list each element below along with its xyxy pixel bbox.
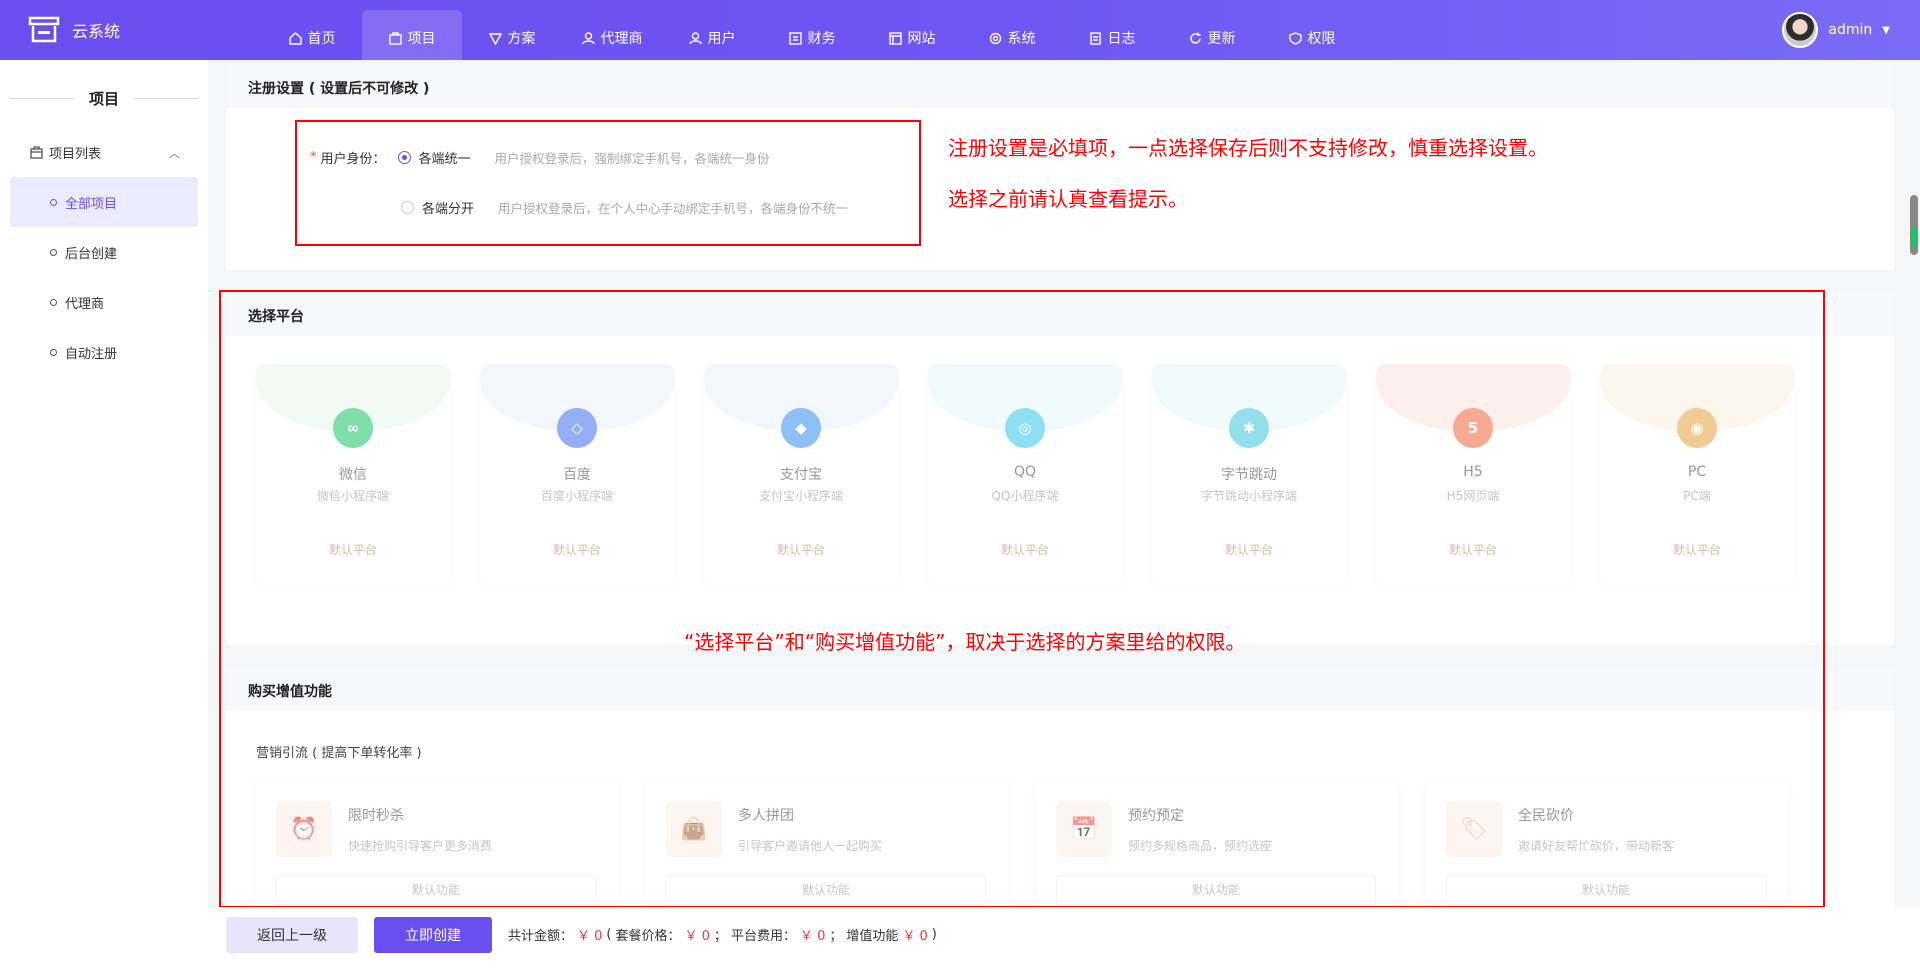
nav-label: 代理商 bbox=[600, 31, 643, 47]
annotation-register-required: 注册设置是必填项，一点选择保存后则不支持修改，慎重选择设置。 bbox=[948, 136, 1548, 160]
separator: ； bbox=[713, 929, 727, 944]
feature-fee-amount: ￥ 0 bbox=[902, 929, 928, 944]
project-icon bbox=[388, 31, 402, 45]
nav-label: 日志 bbox=[1107, 31, 1136, 47]
package-label: 套餐价格： bbox=[615, 929, 681, 944]
agent-icon bbox=[581, 31, 595, 44]
total-summary: 共计金额： ￥ 0 ( 套餐价格： ￥ 0 ； 平台费用： ￥ 0 ； 增值功能… bbox=[508, 925, 937, 944]
footer-bar: 返回上一级 立即创建 共计金额： ￥ 0 ( 套餐价格： ￥ 0 ； 平台费用：… bbox=[208, 907, 1920, 969]
sidebar-title: 项目 bbox=[0, 88, 208, 109]
nav-label: 权限 bbox=[1307, 31, 1336, 47]
permission-icon bbox=[1288, 31, 1302, 45]
logo[interactable]: 云系统 bbox=[28, 16, 120, 44]
username: admin bbox=[1828, 22, 1873, 38]
circle-icon bbox=[50, 298, 57, 306]
nav-label: 方案 bbox=[507, 31, 536, 47]
nav-item-4[interactable]: 用户 bbox=[662, 10, 762, 60]
nav-label: 网站 bbox=[907, 31, 936, 47]
annotation-plan-permission: “选择平台”和“购买增值功能”，取决于选择的方案里给的权限。 bbox=[684, 630, 1246, 654]
circle-icon bbox=[50, 348, 57, 356]
chevron-up-icon: ︿ bbox=[169, 146, 180, 160]
separator: ； bbox=[829, 929, 843, 944]
register-settings-title: 注册设置 ( 设置后不可修改 ) bbox=[226, 64, 1894, 108]
nav-item-6[interactable]: 网站 bbox=[862, 10, 962, 60]
nav-item-1[interactable]: 项目 bbox=[362, 10, 462, 60]
nav-item-5[interactable]: 财务 bbox=[762, 10, 862, 60]
sidebar-item-label: 代理商 bbox=[65, 296, 105, 312]
user-icon bbox=[688, 31, 702, 44]
home-icon bbox=[288, 31, 302, 45]
nav-label: 财务 bbox=[807, 31, 836, 47]
nav-label: 用户 bbox=[707, 31, 736, 47]
nav-label: 系统 bbox=[1007, 31, 1036, 47]
user-menu[interactable]: admin ▼ bbox=[1782, 12, 1890, 48]
sidebar-group-label: 项目列表 bbox=[49, 147, 102, 162]
scrollbar[interactable] bbox=[1910, 195, 1918, 255]
sidebar-item-0[interactable]: 全部项目 bbox=[10, 177, 198, 227]
top-bar: 云系统 首页 项目 方案 代理商 用户 财务 网站 系统 日志 更新 权限 admin ▼ bbox=[0, 0, 1920, 60]
nav-label: 更新 bbox=[1207, 31, 1236, 47]
sidebar-item-2[interactable]: 代理商 bbox=[10, 277, 198, 327]
sidebar-group-project-list[interactable]: 项目列表 ︿ bbox=[30, 143, 180, 162]
nav-item-7[interactable]: 系统 bbox=[962, 10, 1062, 60]
circle-icon bbox=[50, 198, 57, 206]
nav-label: 首页 bbox=[307, 31, 336, 47]
website-icon bbox=[888, 31, 902, 45]
chevron-down-icon: ▼ bbox=[1882, 24, 1890, 36]
platform-fee-amount: ￥ 0 bbox=[799, 929, 826, 944]
circle-icon bbox=[50, 248, 57, 256]
nav-item-0[interactable]: 首页 bbox=[262, 10, 362, 60]
sidebar-item-3[interactable]: 自动注册 bbox=[10, 327, 198, 377]
feature-fee-label: 增值功能 bbox=[846, 929, 899, 944]
nav-item-2[interactable]: 方案 bbox=[462, 10, 562, 60]
platform-fee-label: 平台费用： bbox=[730, 929, 796, 944]
back-button[interactable]: 返回上一级 bbox=[226, 917, 358, 953]
nav-item-10[interactable]: 权限 bbox=[1262, 10, 1362, 60]
nav-item-9[interactable]: 更新 bbox=[1162, 10, 1262, 60]
sidebar-item-label: 后台创建 bbox=[65, 246, 118, 262]
annotation-box-register bbox=[295, 120, 921, 246]
sidebar: 项目 项目列表 ︿ 全部项目后台创建代理商自动注册 bbox=[0, 60, 208, 969]
sidebar-item-1[interactable]: 后台创建 bbox=[10, 227, 198, 277]
box-icon bbox=[30, 146, 43, 159]
annotation-box-platform bbox=[219, 290, 1825, 908]
package-amount: ￥ 0 bbox=[684, 929, 710, 944]
system-icon bbox=[989, 32, 1001, 44]
nav-item-8[interactable]: 日志 bbox=[1062, 10, 1162, 60]
nav-item-3[interactable]: 代理商 bbox=[562, 10, 662, 60]
paren-close: ) bbox=[931, 927, 937, 942]
total-amount: ￥ 0 bbox=[577, 929, 603, 944]
total-label: 共计金额： bbox=[508, 929, 574, 944]
store-icon bbox=[28, 16, 60, 43]
annotation-check-hints: 选择之前请认真查看提示。 bbox=[948, 187, 1188, 211]
paren-open: ( bbox=[606, 927, 612, 942]
sidebar-item-label: 全部项目 bbox=[65, 196, 118, 212]
nav-label: 项目 bbox=[407, 31, 436, 47]
avatar[interactable] bbox=[1782, 12, 1819, 48]
log-icon bbox=[1089, 31, 1101, 45]
plan-icon bbox=[488, 32, 502, 45]
finance-icon bbox=[788, 31, 802, 45]
main-nav: 首页 项目 方案 代理商 用户 财务 网站 系统 日志 更新 权限 bbox=[262, 10, 1362, 60]
refresh-icon bbox=[1189, 32, 1201, 44]
create-button[interactable]: 立即创建 bbox=[374, 917, 492, 953]
sidebar-item-label: 自动注册 bbox=[65, 346, 118, 362]
app-name: 云系统 bbox=[72, 22, 121, 41]
